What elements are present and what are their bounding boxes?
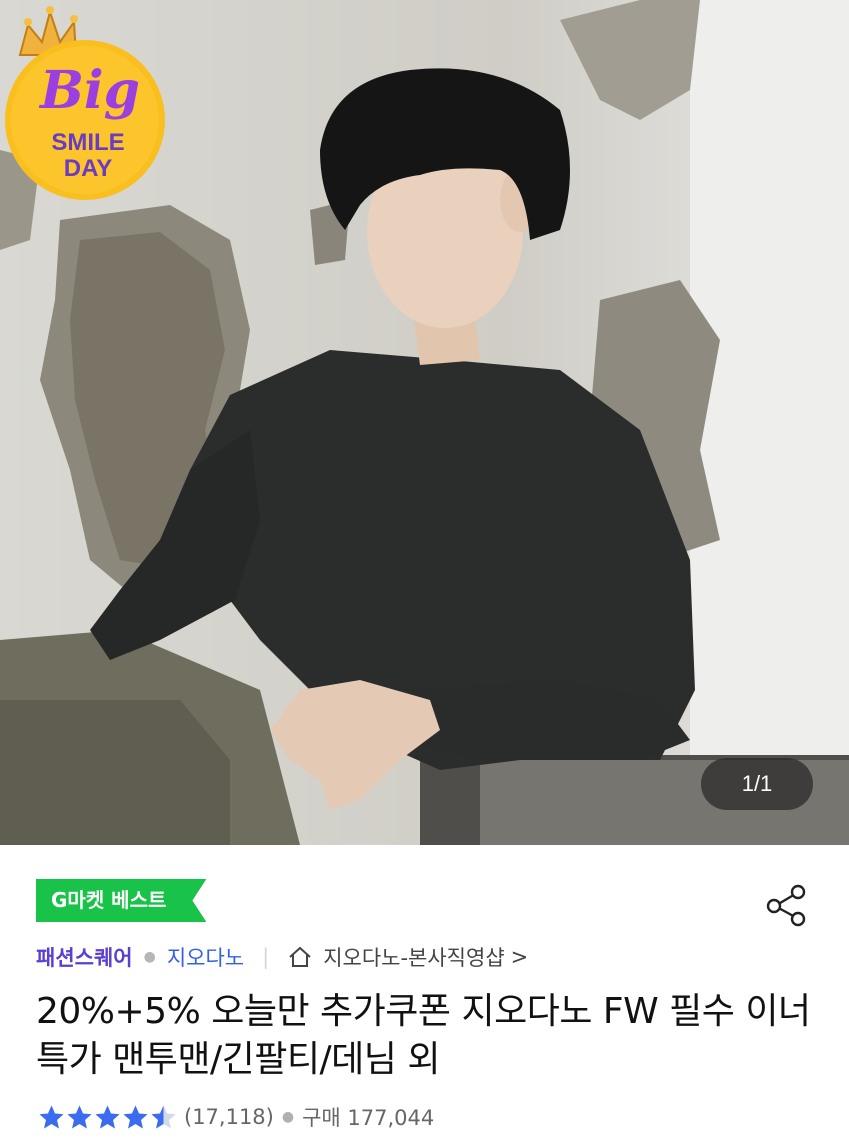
breadcrumb-dot: ●	[143, 949, 156, 965]
review-count: (17,118)	[184, 1105, 274, 1129]
purchase-count: 구매 177,044	[302, 1106, 435, 1130]
breadcrumb-shop-link[interactable]: 지오다노-본사직영샵	[323, 942, 504, 972]
product-title: 20%+5% 오늘만 추가쿠폰 지오다노 FW 필수 이너 특가 맨투맨/긴팔티…	[36, 991, 811, 1080]
meta-dot: ●	[281, 1109, 295, 1125]
breadcrumb-brand[interactable]: 지오다노	[167, 942, 244, 972]
star-full-icon	[123, 1105, 148, 1128]
breadcrumb: 패션스퀘어 ● 지오다노 | 지오다노-본사직영샵 >	[36, 940, 528, 974]
breadcrumb-category[interactable]: 패션스퀘어	[36, 942, 133, 972]
promo-smile-text: SMILE	[51, 129, 124, 156]
breadcrumb-divider: |	[262, 945, 270, 969]
rating-row[interactable]: (17,118) ● 구매 177,044	[38, 1100, 434, 1134]
star-full-icon	[95, 1105, 120, 1128]
promo-day-text: DAY	[64, 155, 112, 182]
big-smile-day-badge: Big SMILE DAY	[5, 6, 165, 200]
star-full-icon	[39, 1105, 64, 1128]
share-icon[interactable]	[764, 882, 810, 928]
star-full-icon	[67, 1105, 92, 1128]
star-half-icon	[151, 1105, 176, 1128]
promo-big-text: Big	[38, 60, 140, 121]
product-image[interactable]: Big SMILE DAY 1/1	[0, 0, 849, 845]
gmarket-best-badge: G마켓 베스트	[36, 879, 206, 922]
image-counter: 1/1	[701, 758, 813, 810]
home-icon	[289, 946, 311, 967]
chevron-right-icon: >	[510, 945, 529, 969]
star-rating	[38, 1104, 178, 1131]
